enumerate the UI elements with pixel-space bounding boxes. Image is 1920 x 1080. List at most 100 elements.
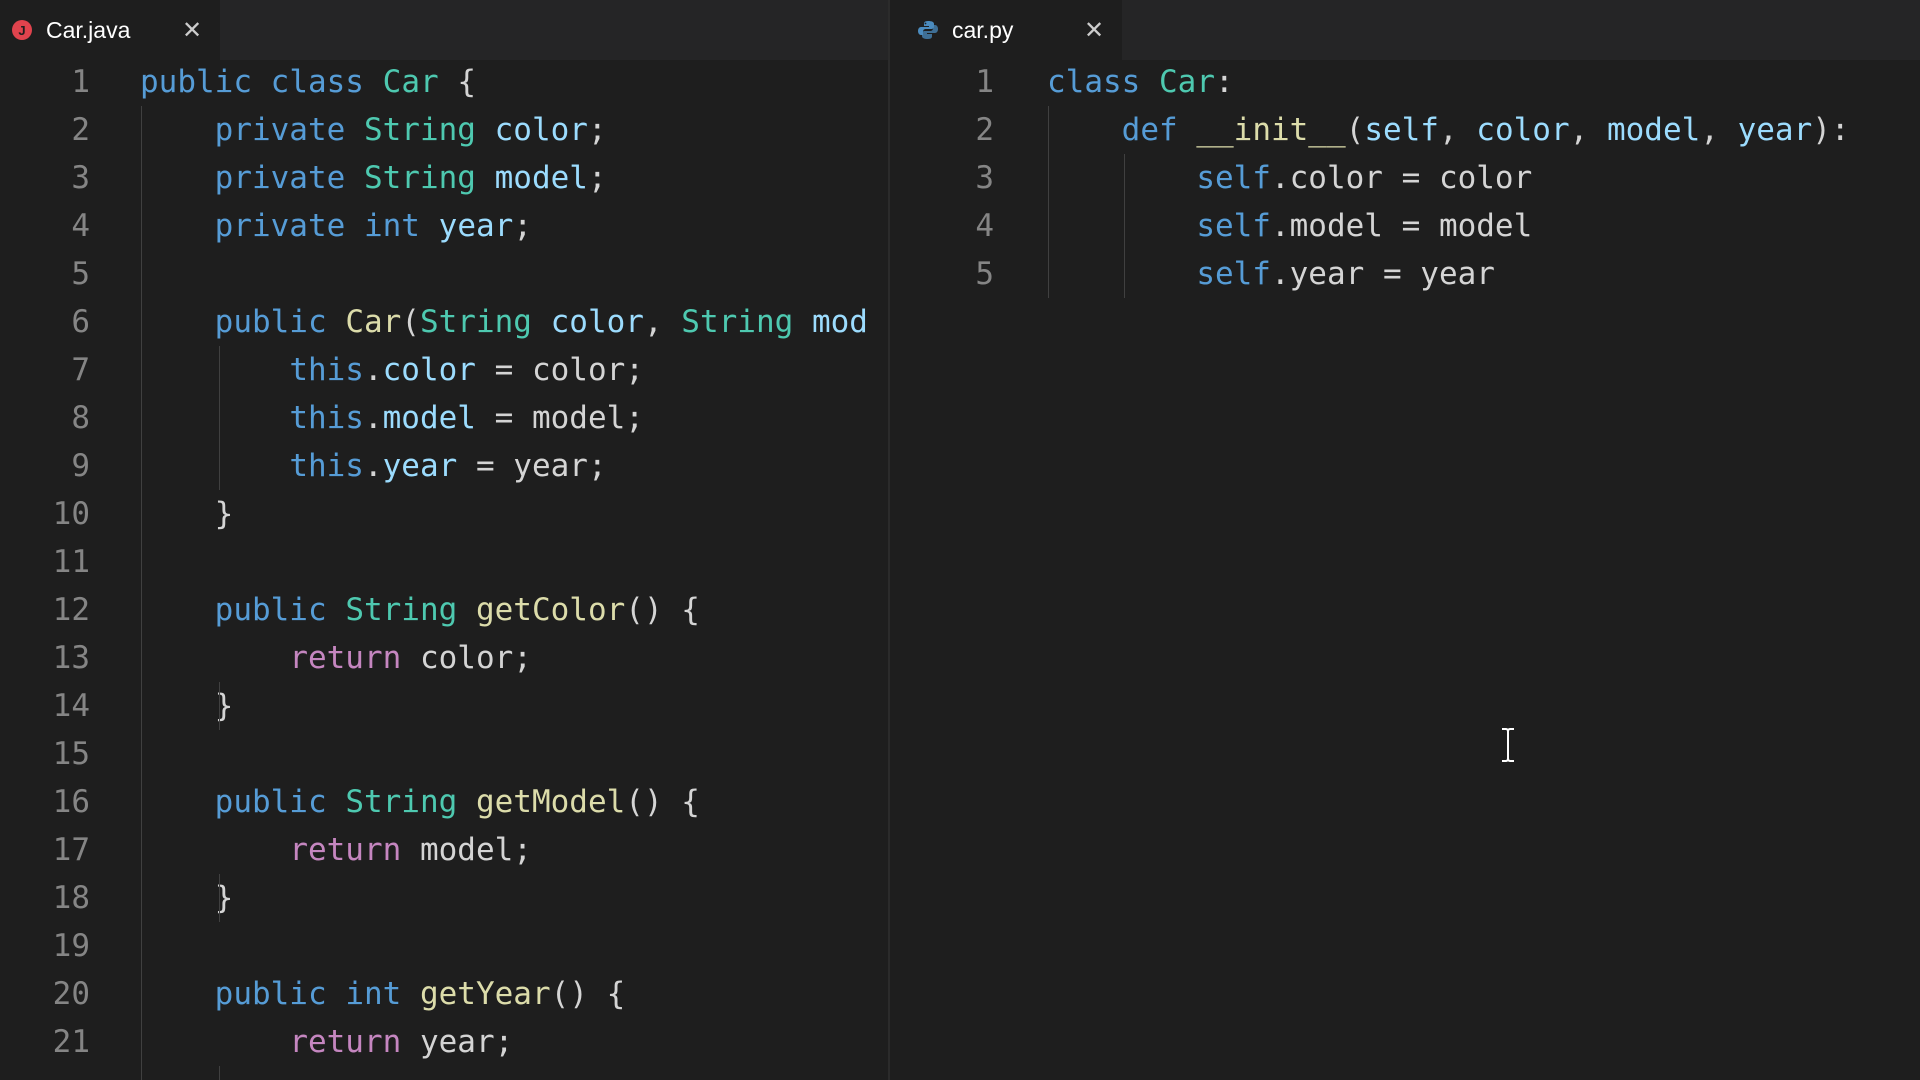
code-line[interactable]: 5 — [0, 250, 888, 298]
code-token: private — [214, 160, 346, 196]
code-token: mod — [811, 304, 868, 340]
close-icon[interactable]: ✕ — [1082, 18, 1106, 42]
code-line[interactable]: 9 this.year = year; — [0, 442, 888, 490]
code-line[interactable]: 19 — [0, 922, 888, 970]
code-text: self.year = year — [1047, 250, 1495, 298]
line-number: 10 — [52, 496, 90, 532]
code-line[interactable]: 3 private String model; — [0, 154, 888, 202]
code-line[interactable]: 21 return year; — [0, 1018, 888, 1066]
code-token: String — [363, 160, 476, 196]
code-token: year — [438, 208, 514, 244]
java-code-area[interactable]: 1 public class Car {2 private String colo… — [0, 58, 888, 1080]
code-line[interactable]: 5 self.year = year — [890, 250, 1920, 298]
code-text: public class Car { — [140, 58, 476, 106]
code-line[interactable]: 10 } — [0, 490, 888, 538]
code-text: this.color = color; — [140, 346, 644, 394]
code-token: Car — [382, 64, 439, 100]
code-text: public String getModel() { — [140, 778, 700, 826]
line-number: 17 — [52, 832, 90, 868]
code-line[interactable]: 11 — [0, 538, 888, 586]
code-token: Car — [345, 304, 402, 340]
line-number: 6 — [71, 304, 90, 340]
code-line[interactable]: 15 — [0, 730, 888, 778]
line-number: 13 — [52, 640, 90, 676]
code-token: this — [289, 352, 364, 388]
code-line[interactable]: 2 def __init__(self, color, model, year)… — [890, 106, 1920, 154]
code-token: public — [214, 784, 327, 820]
code-token: . — [363, 352, 383, 388]
code-token: public — [140, 64, 252, 100]
code-token: year — [382, 448, 458, 484]
java-editor-pane[interactable]: J Car.java ✕ 1 public class Car {2 privat… — [0, 0, 888, 1080]
code-token: class — [270, 64, 364, 100]
line-number: 8 — [71, 400, 90, 436]
line-number: 3 — [975, 160, 994, 196]
code-token: ( — [1345, 112, 1365, 148]
code-line[interactable]: 18 } — [0, 874, 888, 922]
line-number: 21 — [52, 1024, 90, 1060]
code-token: . — [363, 400, 383, 436]
indent-guide — [219, 1066, 220, 1080]
code-line[interactable]: 2 private String color; — [0, 106, 888, 154]
java-icon: J — [10, 18, 34, 42]
code-token: model; — [401, 832, 532, 868]
code-text: private String model; — [140, 154, 607, 202]
code-line[interactable]: 13 return color; — [0, 634, 888, 682]
code-text: class Car: — [1047, 58, 1234, 106]
code-token: , — [1438, 112, 1477, 148]
python-code-area[interactable]: 1 class Car: 2 def __init__(self, color, m… — [890, 58, 1920, 1080]
code-line[interactable]: 14 } — [0, 682, 888, 730]
line-number: 4 — [71, 208, 90, 244]
indent-guide — [219, 682, 220, 730]
code-line[interactable]: 1 public class Car { — [0, 58, 888, 106]
code-line[interactable]: 4 private int year; — [0, 202, 888, 250]
code-token: = color; — [475, 352, 644, 388]
tab-car-java[interactable]: J Car.java ✕ — [0, 0, 220, 60]
code-token: private — [214, 208, 346, 244]
line-number: 11 — [52, 544, 90, 580]
code-line[interactable]: 4 self.model = model — [890, 202, 1920, 250]
tab-car-py[interactable]: car.py ✕ — [890, 0, 1122, 60]
code-text: self.model = model — [1047, 202, 1532, 250]
close-icon[interactable]: ✕ — [180, 18, 204, 42]
code-line[interactable]: 20 public int getYear() { — [0, 970, 888, 1018]
code-token: ( — [401, 304, 420, 340]
text-cursor-icon — [1496, 727, 1520, 763]
code-token: ): — [1812, 112, 1850, 148]
code-token: , — [1569, 112, 1607, 148]
code-token: } — [140, 496, 234, 532]
code-line[interactable]: 1 class Car: — [890, 58, 1920, 106]
code-line[interactable]: 12 public String getColor() { — [0, 586, 888, 634]
line-number: 2 — [975, 112, 994, 148]
code-token: private — [214, 112, 346, 148]
code-line[interactable]: 16 public String getModel() { — [0, 778, 888, 826]
code-text: public int getYear() { — [140, 970, 626, 1018]
code-line[interactable]: 17 return model; — [0, 826, 888, 874]
code-text: self.color = color — [1047, 154, 1532, 202]
code-text: return model; — [140, 826, 532, 874]
code-token: return — [289, 640, 402, 676]
code-token: year — [1737, 112, 1813, 148]
line-number: 3 — [71, 160, 90, 196]
indent-guide — [1048, 106, 1049, 298]
code-token: String — [345, 592, 458, 628]
code-line[interactable]: 6 public Car(String color, String mod — [0, 298, 888, 346]
code-line[interactable]: 8 this.model = model; — [0, 394, 888, 442]
editor-tab-bar: car.py ✕ — [890, 0, 1920, 60]
code-line[interactable]: 3 self.color = color — [890, 154, 1920, 202]
code-token: { — [438, 64, 476, 100]
code-line[interactable]: 7 this.color = color; — [0, 346, 888, 394]
python-editor-pane[interactable]: car.py ✕ 1 class Car: 2 def __init__(self,… — [890, 0, 1920, 1080]
code-text: def __init__(self, color, model, year): — [1047, 106, 1850, 154]
